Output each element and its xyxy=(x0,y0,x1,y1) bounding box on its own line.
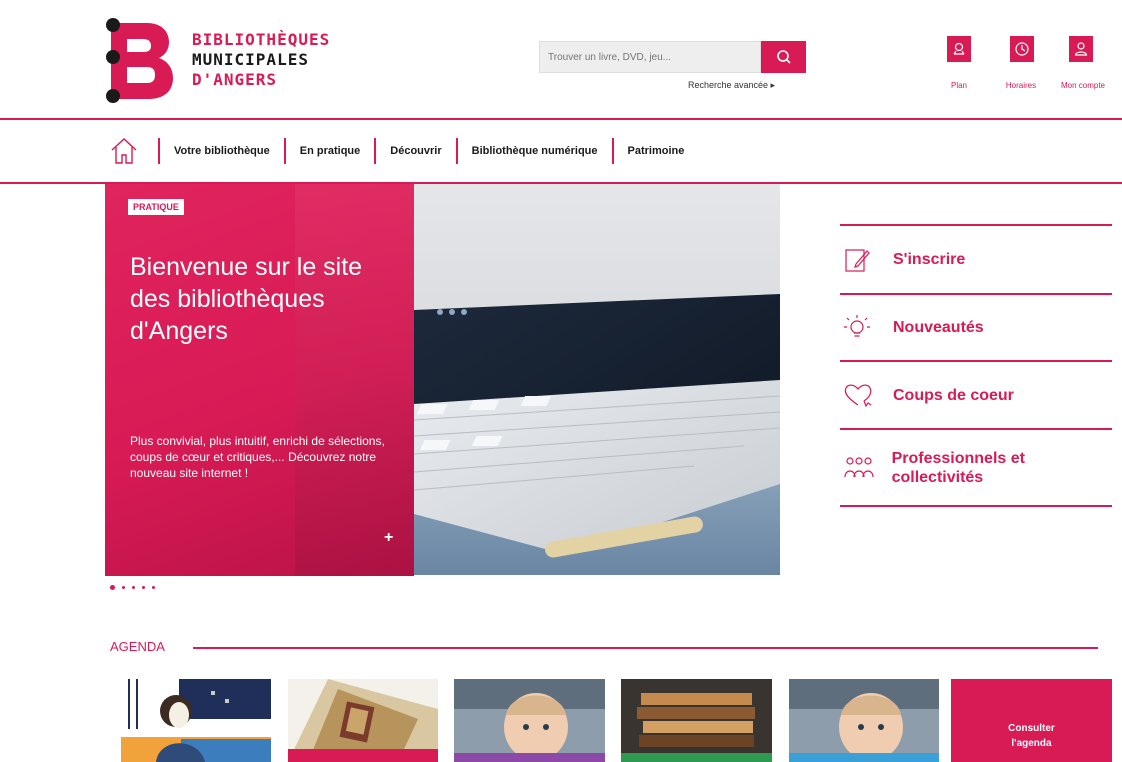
clock-icon[interactable] xyxy=(1010,36,1034,62)
search-input[interactable] xyxy=(540,42,760,72)
slider-dot-2[interactable] xyxy=(122,586,125,589)
agenda-event-image xyxy=(789,679,939,762)
agenda-event-card[interactable] xyxy=(121,679,271,762)
nav-separator xyxy=(374,138,377,164)
agenda-event-card[interactable] xyxy=(621,679,772,762)
slider-dot-5[interactable] xyxy=(152,586,155,589)
nav-separator xyxy=(611,138,614,164)
hero-category-badge: PRATIQUE xyxy=(128,199,184,215)
quick-link-label: Coups de coeur xyxy=(893,386,1014,404)
quick-link-coups-de-coeur[interactable]: Coups de coeur xyxy=(840,360,1112,428)
consult-agenda-button[interactable]: Consulter l'agenda xyxy=(951,679,1112,762)
lightbulb-icon xyxy=(842,312,878,344)
hero-more-button[interactable]: + xyxy=(384,529,393,547)
nav-separator xyxy=(455,138,458,164)
mon-compte-label[interactable]: Mon compte xyxy=(1048,81,1118,90)
quick-link-label: S'inscrire xyxy=(893,251,966,268)
agenda-event-image xyxy=(288,679,438,762)
nav-separator xyxy=(158,138,160,164)
home-button[interactable] xyxy=(108,134,144,168)
quick-link-label: Professionnels et collectivités xyxy=(891,449,1025,486)
hero-panel-overlay xyxy=(295,184,414,576)
horaires-label[interactable]: Horaires xyxy=(986,81,1056,90)
hero-image[interactable] xyxy=(414,184,780,575)
main-nav: Votre bibliothèque En pratique Découvrir… xyxy=(108,134,684,168)
logo-line-1: BIBLIOTHÈQUES xyxy=(192,30,331,49)
edit-note-icon xyxy=(842,244,878,276)
logo-text[interactable]: BIBLIOTHÈQUES MUNICIPALES D'ANGERS xyxy=(192,30,330,90)
agenda-event-card[interactable] xyxy=(789,679,939,762)
logo-line-3: D'ANGERS xyxy=(192,70,278,89)
hero-panel[interactable] xyxy=(105,184,414,576)
keyboard-photo xyxy=(414,184,780,575)
slider-dot-4[interactable] xyxy=(142,586,145,589)
nav-separator xyxy=(283,138,286,164)
home-icon xyxy=(111,138,137,164)
agenda-event-image xyxy=(121,679,271,762)
nav-item-votre-bibliotheque[interactable]: Votre bibliothèque xyxy=(174,145,270,157)
consult-agenda-label: Consulter l'agenda xyxy=(1008,722,1055,749)
search-icon xyxy=(776,50,791,64)
logo-b-icon[interactable] xyxy=(103,17,177,104)
quick-link-sinscrire[interactable]: S'inscrire xyxy=(840,224,1112,293)
agenda-event-card[interactable] xyxy=(454,679,605,762)
site-header: BIBLIOTHÈQUES MUNICIPALES D'ANGERS Reche… xyxy=(0,0,1122,118)
search-box xyxy=(539,41,761,73)
agenda-event-image xyxy=(454,679,605,762)
agenda-event-image xyxy=(621,679,772,762)
plan-label[interactable]: Plan xyxy=(924,81,994,90)
hero-title[interactable]: Bienvenue sur le site des bibliothèques … xyxy=(130,251,400,347)
quick-link-professionnels[interactable]: Professionnels et collectivités xyxy=(840,428,1112,507)
search-button[interactable] xyxy=(761,41,806,73)
user-icon[interactable] xyxy=(1069,36,1093,62)
slider-pagination xyxy=(110,585,155,590)
agenda-title: AGENDA xyxy=(110,639,165,654)
nav-item-en-pratique[interactable]: En pratique xyxy=(300,145,361,157)
slider-dot-3[interactable] xyxy=(132,586,135,589)
people-icon xyxy=(842,452,877,484)
quick-link-nouveautes[interactable]: Nouveautés xyxy=(840,293,1112,360)
nav-item-bibliotheque-numerique[interactable]: Bibliothèque numérique xyxy=(472,145,598,157)
map-pin-icon[interactable] xyxy=(947,36,971,62)
logo-line-2: MUNICIPALES xyxy=(192,50,309,69)
nav-item-decouvrir[interactable]: Découvrir xyxy=(390,145,441,157)
slider-dot-1[interactable] xyxy=(110,585,115,590)
agenda-event-card[interactable] xyxy=(288,679,438,762)
quick-link-label: Nouveautés xyxy=(893,319,984,336)
hero-description: Plus convivial, plus intuitif, enrichi d… xyxy=(130,434,385,480)
nav-border-top xyxy=(0,118,1122,120)
advanced-search-link[interactable]: Recherche avancée ▸ xyxy=(688,80,775,91)
quick-links-menu: S'inscrire Nouveautés Coups de coeur Pro… xyxy=(840,224,1112,507)
nav-item-patrimoine[interactable]: Patrimoine xyxy=(628,145,685,157)
heart-icon xyxy=(842,379,878,411)
agenda-divider xyxy=(193,647,1098,649)
